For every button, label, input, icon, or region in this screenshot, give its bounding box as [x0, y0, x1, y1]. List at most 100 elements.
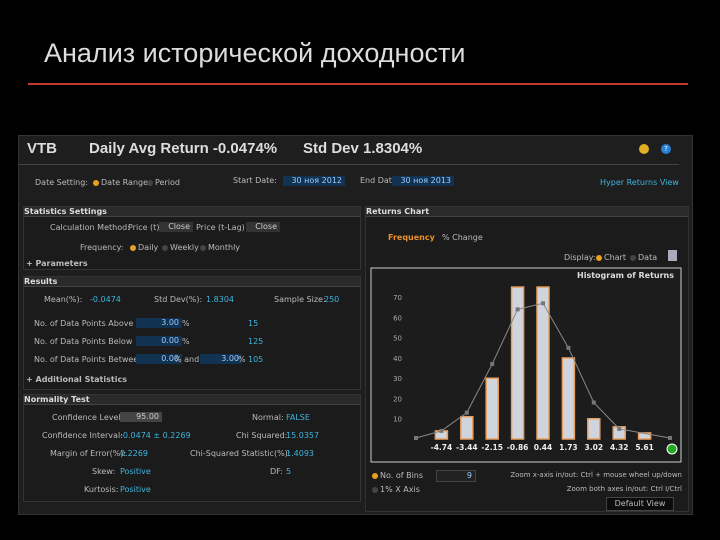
start-date-label: Start Date:	[233, 176, 277, 185]
chart-frame	[370, 267, 682, 463]
std-dev: Std Dev 1.8304%	[303, 140, 423, 157]
radio-daily[interactable]: Daily	[130, 243, 158, 252]
returns-chart-panel: Returns Chart Frequency % Change Display…	[365, 206, 689, 512]
price-lag-select[interactable]: Close	[246, 222, 280, 232]
normal-label: Normal:	[252, 413, 284, 422]
mean-value: -0.0474	[90, 295, 121, 304]
x-tick-label: 1.73	[559, 443, 578, 452]
zoom-hint-2: Zoom both axes in/out: Ctrl I/Ctrl	[566, 485, 682, 493]
y-tick-label: 70	[393, 294, 402, 302]
zoom-hint-1: Zoom x-axis in/out: Ctrl + mouse wheel u…	[510, 471, 682, 479]
normality-title: Normality Test	[24, 395, 360, 405]
x-tick-label: -4.74	[431, 443, 453, 452]
returns-chart-title: Returns Chart	[366, 207, 688, 217]
sample-size-value: 250	[324, 295, 340, 304]
chi-stat-label: Chi-Squared Statistic(%):	[190, 449, 291, 458]
ci-value: -0.0474 ± 0.2269	[120, 431, 191, 440]
pct: %	[238, 355, 246, 364]
between-input-2[interactable]: 3.00	[200, 354, 242, 364]
radio-data[interactable]: Data	[630, 253, 657, 262]
curve-point	[414, 435, 418, 440]
pct: %	[182, 319, 190, 328]
title-divider	[28, 83, 688, 85]
additional-stats-expander[interactable]: + Additional Statistics	[26, 375, 127, 384]
x-tick-label: -2.15	[481, 443, 503, 452]
status-indicator-icon	[666, 443, 678, 455]
radio-bins[interactable]: No. of Bins	[372, 471, 423, 480]
header-bar: VTB Daily Avg Return -0.0474% Std Dev 1.…	[19, 136, 679, 165]
above-label: No. of Data Points Above	[34, 319, 134, 328]
statistics-settings: Statistics Settings Calculation Method: …	[23, 206, 361, 270]
radio-period[interactable]: Period	[147, 178, 180, 187]
results-title: Results	[24, 277, 360, 287]
below-input[interactable]: 0.00	[136, 336, 182, 346]
me-value: 0.2269	[120, 449, 148, 458]
below-count: 125	[248, 337, 264, 346]
radio-date-range[interactable]: Date Range	[93, 178, 148, 187]
radio-monthly[interactable]: Monthly	[200, 243, 240, 252]
curve-point	[617, 426, 622, 431]
y-tick-label: 50	[393, 335, 402, 343]
end-date-input[interactable]: 30 ноя 2013	[392, 176, 454, 186]
calc-method-label: Calculation Method:	[50, 223, 130, 232]
curve-point	[464, 410, 469, 415]
histogram-bar	[561, 357, 576, 440]
start-date-input[interactable]: 30 ноя 2012	[283, 176, 345, 186]
and-label: % and	[174, 355, 200, 364]
chi-value: 15.0357	[286, 431, 320, 440]
ticker: VTB	[27, 140, 57, 157]
histogram-bar	[485, 377, 499, 440]
curve-point	[566, 345, 571, 350]
normal-value: FALSE	[286, 413, 310, 422]
above-input[interactable]: 3.00	[136, 318, 182, 328]
between-label: No. of Data Points Between	[34, 355, 144, 364]
skew-label: Skew:	[92, 467, 116, 476]
tab-frequency[interactable]: Frequency	[388, 233, 435, 242]
avg-return: Daily Avg Return -0.0474%	[89, 140, 278, 157]
below-label: No. of Data Points Below	[34, 337, 133, 346]
cl-input[interactable]: 95.00	[120, 412, 162, 422]
chi-stat-value: 1.4093	[286, 449, 314, 458]
chi-label: Chi Squared:	[236, 431, 288, 440]
histogram-chart: Histogram of Returns 10 20 30 40 50 60 70 -4.74…	[370, 267, 682, 463]
hyper-returns-link[interactable]: Hyper Returns View	[600, 178, 679, 187]
tab-pct-change[interactable]: % Change	[442, 233, 483, 242]
radio-log-axis[interactable]: 1% X Axis	[372, 485, 420, 494]
kurt-label: Kurtosis:	[84, 485, 119, 494]
price-t-label: Price (t)	[128, 223, 160, 232]
sample-size-label: Sample Size:	[274, 295, 326, 304]
y-tick-label: 30	[393, 375, 402, 383]
df-label: DF:	[270, 467, 283, 476]
between-count: 105	[248, 355, 264, 364]
normality-panel: Normality Test Confidence Level: 95.00 C…	[23, 394, 361, 502]
y-tick-label: 40	[393, 355, 402, 363]
date-settings: Date Setting: Date Range Period Start Da…	[25, 168, 685, 196]
radio-chart[interactable]: Chart	[596, 253, 626, 262]
parameters-expander[interactable]: + Parameters	[26, 259, 88, 268]
x-tick-label: -0.86	[507, 443, 529, 452]
y-tick-label: 60	[393, 314, 402, 322]
help-icon[interactable]: ?	[661, 144, 671, 154]
default-view-button[interactable]: Default View	[606, 497, 674, 511]
bins-input[interactable]: 9	[436, 470, 476, 482]
export-icon[interactable]	[668, 250, 677, 261]
price-t-select[interactable]: Close	[159, 222, 193, 232]
radio-weekly[interactable]: Weekly	[162, 243, 199, 252]
date-setting-label: Date Setting:	[35, 178, 89, 187]
play-icon[interactable]	[639, 144, 649, 154]
histogram-bar	[587, 417, 601, 440]
ci-label: Confidence Interval:	[42, 431, 123, 440]
curve-point	[439, 428, 444, 433]
skew-value: Positive	[120, 467, 151, 476]
chart-title: Histogram of Returns	[577, 271, 674, 280]
frequency-label: Frequency:	[80, 243, 124, 252]
curve-point	[591, 400, 596, 405]
display-label: Display:	[564, 253, 596, 262]
curve-point	[515, 307, 520, 312]
x-tick-label: 5.61	[635, 443, 654, 452]
me-label: Margin of Error(%):	[50, 449, 127, 458]
y-tick-label: 10	[393, 416, 402, 424]
curve-point	[490, 362, 495, 367]
x-tick-label: 3.02	[585, 443, 604, 452]
sd-label: Std Dev(%):	[154, 295, 203, 304]
